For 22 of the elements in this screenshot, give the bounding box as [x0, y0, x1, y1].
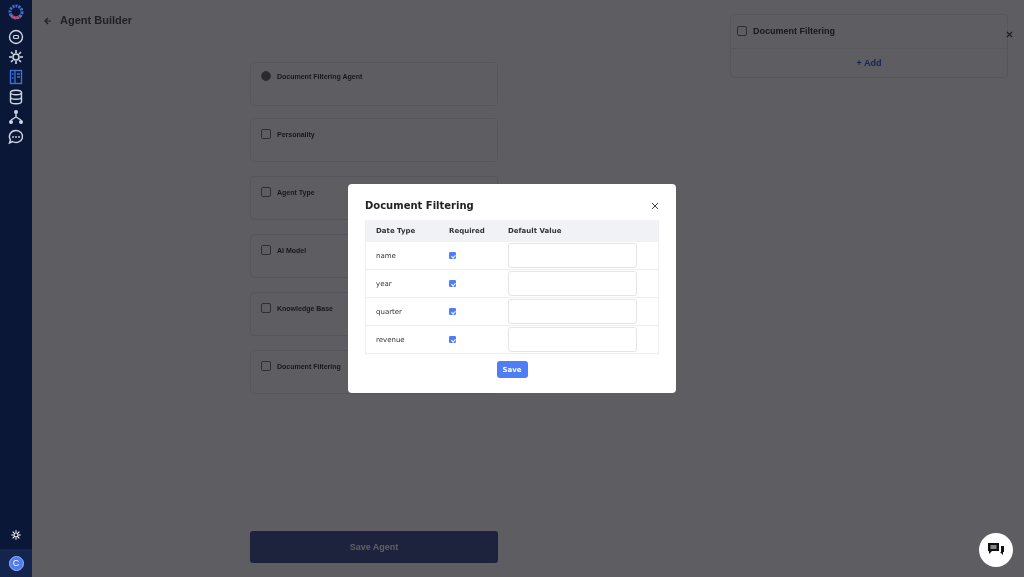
database-icon[interactable] — [7, 88, 25, 106]
required-checkbox[interactable] — [449, 308, 456, 316]
default-value-field[interactable] — [508, 243, 637, 268]
logo-icon — [8, 4, 24, 20]
required-checkbox[interactable] — [449, 252, 456, 260]
dialog-title: Document Filtering — [365, 200, 474, 211]
hierarchy-icon[interactable] — [7, 108, 25, 126]
required-checkbox[interactable] — [449, 336, 456, 344]
message-icon[interactable] — [7, 128, 25, 146]
default-value-field[interactable] — [508, 327, 637, 352]
required-checkbox[interactable] — [449, 280, 456, 288]
default-value-field[interactable] — [508, 299, 637, 324]
settings-icon[interactable] — [10, 529, 22, 541]
gear-icon[interactable] — [7, 48, 25, 66]
add-button[interactable]: + Add — [856, 58, 882, 68]
chat-bubble-icon[interactable] — [7, 28, 25, 46]
page-title: Agent Builder — [60, 14, 133, 26]
default-value-field[interactable] — [508, 271, 637, 296]
close-icon[interactable] — [651, 201, 659, 210]
user-avatar[interactable]: C — [8, 555, 24, 571]
layout-icon[interactable] — [7, 68, 25, 86]
panel-title: Document Filtering — [753, 25, 835, 36]
